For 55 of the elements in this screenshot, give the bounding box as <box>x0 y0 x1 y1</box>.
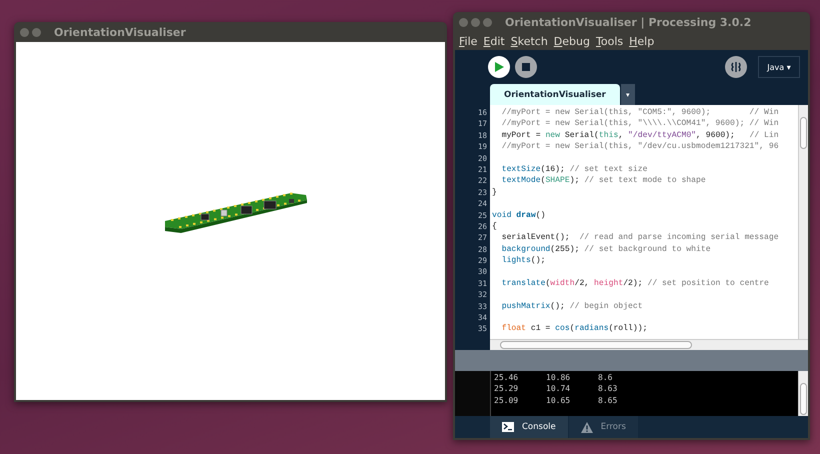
code-line: //myPort = new Serial(this, "/dev/cu.usbmodem1217321", 96 <box>500 141 780 153</box>
code-line: lights(); <box>500 255 546 266</box>
code-line: //myPort = new Serial(this, "\\\\.\\COM41", 9600); // Win <box>500 118 780 130</box>
menu-item[interactable]: Help <box>629 34 654 48</box>
scrollbar-thumb[interactable] <box>800 383 807 415</box>
console-value: 25.09 <box>494 394 520 406</box>
minimize-button[interactable] <box>32 28 41 36</box>
stop-icon <box>522 63 530 71</box>
console-value: 8.63 <box>598 383 618 395</box>
code-line: //myPort = new Serial(this, "COM5:", 9600); // Win <box>500 107 780 118</box>
scrollbar-thumb[interactable] <box>500 341 692 349</box>
close-button[interactable] <box>20 28 29 36</box>
menu-item[interactable]: File <box>459 34 478 48</box>
console-value: 10.74 <box>546 383 572 395</box>
warning-icon <box>580 422 593 432</box>
console-value: 8.65 <box>598 394 618 406</box>
scrollbar-thumb[interactable] <box>800 117 807 149</box>
menu-item[interactable]: Tools <box>596 34 624 48</box>
menu-item[interactable]: Sketch <box>510 34 548 48</box>
code-line: textMode(SHAPE); // set text mode to shape <box>500 175 707 187</box>
code-line: pushMatrix(); // begin object <box>500 300 644 312</box>
console-value: 8.6 <box>598 372 614 384</box>
code-line: textSize(16); // set text size <box>500 164 648 176</box>
window-title: OrientationVisualiser <box>54 26 186 38</box>
console-tab[interactable]: Console <box>490 416 568 438</box>
menu-item[interactable]: Debug <box>554 34 590 48</box>
console-value: 25.29 <box>494 383 520 395</box>
window-title: OrientationVisualiser | Processing 3.0.2 <box>505 16 752 28</box>
code-line: serialEvent(); // read and parse incoming serial message <box>500 232 780 244</box>
stop-button[interactable] <box>515 56 537 78</box>
butterfly-icon <box>730 61 742 73</box>
code-line: void draw() <box>492 210 546 221</box>
code-line: background(255); // set background to white <box>500 244 712 256</box>
minimize-button[interactable] <box>471 18 480 26</box>
code-line: myPort = new Serial(this, "/dev/ttyACM0", 9600); // Lin <box>500 130 780 142</box>
code-line: { <box>492 220 498 232</box>
editor-tab[interactable]: OrientationVisualiser <box>490 84 620 105</box>
console-tab[interactable]: Errors <box>568 416 638 438</box>
code-line: translate(width/2, height/2); // set position to centre <box>500 278 770 290</box>
menu-item[interactable]: Edit <box>483 34 505 48</box>
play-icon <box>494 62 504 72</box>
debug-button[interactable] <box>725 56 747 78</box>
maximize-button[interactable] <box>483 18 492 26</box>
horizontal-scrollbar[interactable] <box>490 339 808 350</box>
console-value: 10.86 <box>546 372 572 384</box>
console-scrollbar[interactable] <box>798 371 808 416</box>
console-value: 10.65 <box>546 394 572 406</box>
console-value: 25.46 <box>494 372 520 384</box>
close-button[interactable] <box>459 18 468 26</box>
run-button[interactable] <box>488 56 510 78</box>
code-line: float c1 = cos(radians(roll)); <box>500 323 648 335</box>
code-line: } <box>492 186 498 198</box>
vertical-scrollbar[interactable] <box>798 105 808 339</box>
terminal-icon <box>502 422 514 432</box>
mode-dropdown[interactable]: Java ▾ <box>758 56 800 78</box>
